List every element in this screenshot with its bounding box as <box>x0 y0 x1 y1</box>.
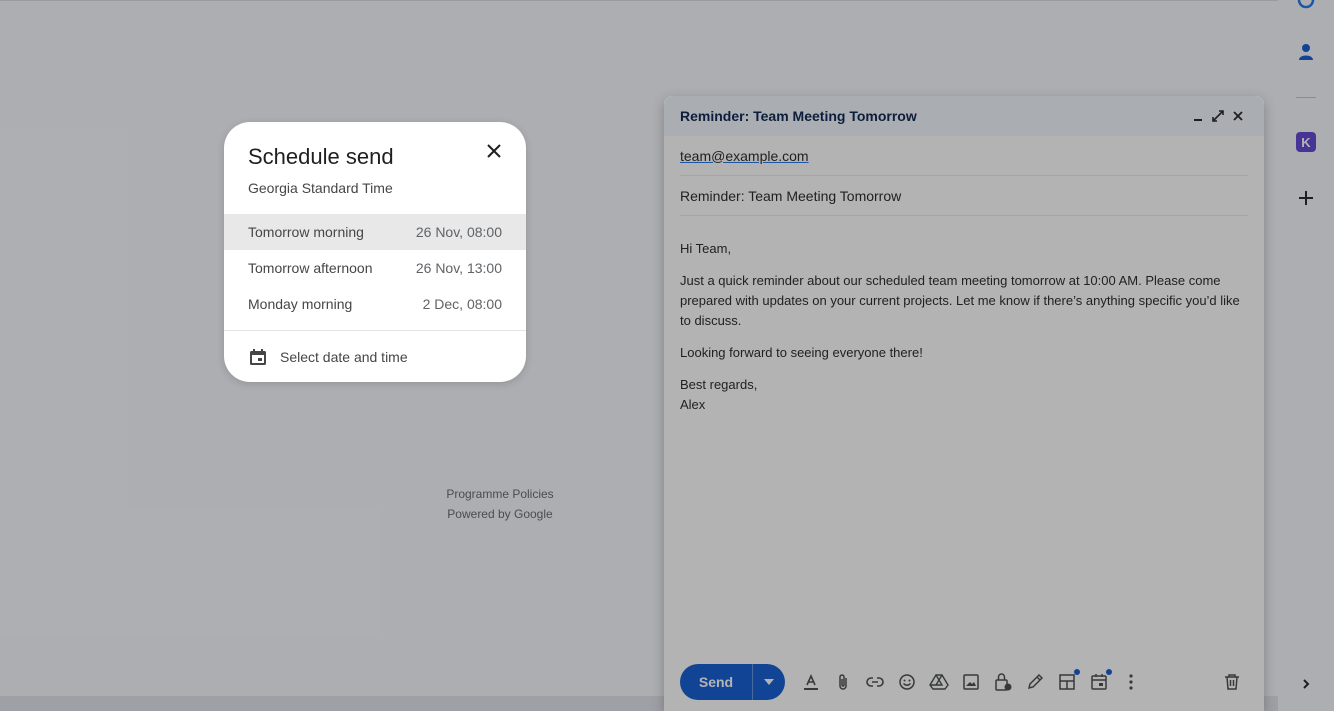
compose-window: Reminder: Team Meeting Tomorrow team@exa… <box>664 96 1264 711</box>
message-body[interactable]: Hi Team, Just a quick reminder about our… <box>680 239 1248 415</box>
compose-toolbar: Send <box>680 664 1248 700</box>
option-time: 26 Nov, 13:00 <box>415 260 502 276</box>
minimize-icon[interactable] <box>1188 106 1208 126</box>
drive-icon[interactable] <box>923 666 955 698</box>
link-icon[interactable] <box>859 666 891 698</box>
attach-icon[interactable] <box>827 666 859 698</box>
compose-header: Reminder: Team Meeting Tomorrow <box>664 96 1264 136</box>
body-greeting: Hi Team, <box>680 241 732 256</box>
dialog-close-icon[interactable] <box>482 139 506 163</box>
schedule-calendar-icon[interactable] <box>1083 666 1115 698</box>
option-time: 2 Dec, 08:00 <box>422 296 502 312</box>
send-button[interactable]: Send <box>680 664 752 700</box>
send-button-group: Send <box>680 664 785 700</box>
dialog-divider <box>224 330 526 331</box>
body-closing-line: Looking forward to seeing everyone there… <box>680 345 923 360</box>
send-options-dropdown[interactable] <box>752 664 785 700</box>
option-tomorrow-afternoon[interactable]: Tomorrow afternoon 26 Nov, 13:00 <box>224 250 526 286</box>
subject-text: Reminder: Team Meeting Tomorrow <box>680 187 902 204</box>
option-monday-morning[interactable]: Monday morning 2 Dec, 08:00 <box>224 286 526 322</box>
more-options-icon[interactable] <box>1115 666 1147 698</box>
compose-title: Reminder: Team Meeting Tomorrow <box>680 108 917 124</box>
option-label: Tomorrow morning <box>248 224 364 240</box>
layouts-new-dot <box>1074 669 1080 675</box>
text-format-icon[interactable] <box>795 666 827 698</box>
close-icon[interactable] <box>1228 106 1248 126</box>
layouts-icon[interactable] <box>1051 666 1083 698</box>
dialog-timezone: Georgia Standard Time <box>248 180 393 196</box>
subject-field[interactable]: Reminder: Team Meeting Tomorrow <box>680 176 1248 216</box>
option-tomorrow-morning[interactable]: Tomorrow morning 26 Nov, 08:00 <box>224 214 526 250</box>
option-label: Monday morning <box>248 296 353 312</box>
option-time: 26 Nov, 08:00 <box>415 224 502 240</box>
body-sign-off: Best regards, <box>680 377 758 392</box>
calendar-icon <box>248 347 268 367</box>
recipient-chip[interactable]: team@example.com <box>680 148 809 164</box>
chevron-down-icon <box>764 679 774 685</box>
option-label: Tomorrow afternoon <box>248 260 373 276</box>
signature-pen-icon[interactable] <box>1019 666 1051 698</box>
select-date-time-button[interactable]: Select date and time <box>224 339 526 375</box>
expand-icon[interactable] <box>1208 106 1228 126</box>
recipients-field[interactable]: team@example.com <box>680 136 1248 176</box>
confidential-lock-icon[interactable] <box>987 666 1019 698</box>
discard-trash-icon[interactable] <box>1216 666 1248 698</box>
schedule-new-dot <box>1106 669 1112 675</box>
emoji-icon[interactable] <box>891 666 923 698</box>
photo-icon[interactable] <box>955 666 987 698</box>
schedule-send-dialog: Schedule send Georgia Standard Time Tomo… <box>224 122 526 382</box>
select-date-time-label: Select date and time <box>280 349 408 365</box>
body-signature: Alex <box>680 397 706 412</box>
body-paragraph: Just a quick reminder about our schedule… <box>680 273 1240 328</box>
dialog-title: Schedule send <box>248 144 394 169</box>
